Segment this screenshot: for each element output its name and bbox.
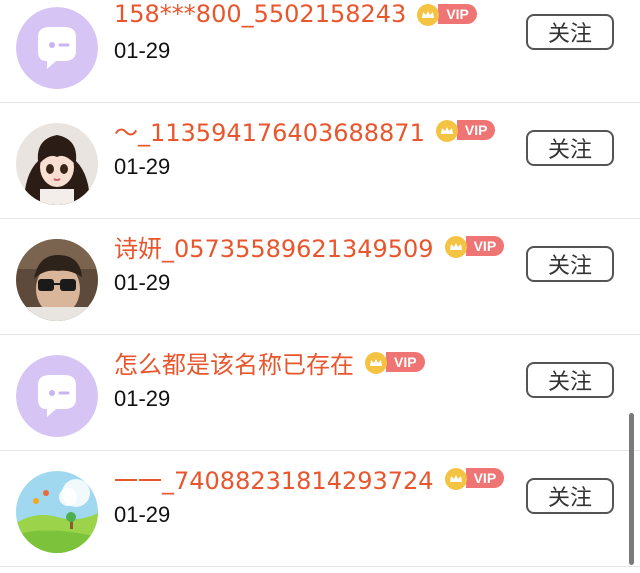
name-line: 158***800_5502158243 VIP [114,0,477,31]
follow-date: 01-29 [114,386,171,411]
vip-badge: VIP [444,235,505,258]
default-avatar-icon [16,355,98,437]
follow-button[interactable]: 关注 [526,130,614,166]
vip-badge: VIP [364,351,425,374]
default-avatar-icon [16,7,98,89]
avatar[interactable] [16,123,98,205]
follow-date: 01-29 [114,270,171,295]
user-name[interactable]: 怎么都是该名称已存在 [114,345,354,380]
list-item[interactable]: 一一_74088231814293724 VIP 01-29 关注 [0,451,640,567]
avatar[interactable] [16,471,98,553]
follow-date: 01-29 [114,154,171,179]
avatar[interactable] [16,355,98,437]
user-name[interactable]: 一一_74088231814293724 [114,461,434,496]
follow-date: 01-29 [114,502,171,527]
name-line: 一一_74088231814293724 VIP [114,461,505,496]
avatar[interactable] [16,239,98,321]
user-name[interactable]: 诗妍_05735589621349509 [114,229,434,264]
name-line: 怎么都是该名称已存在 VIP [114,345,425,379]
crown-icon [435,120,458,142]
name-line: 诗妍_05735589621349509 VIP [114,229,505,264]
vip-label: VIP [465,236,505,256]
list-item[interactable]: ～_113594176403688871 VIP 01-29 关注 [0,103,640,219]
crown-icon [417,4,440,26]
scrollbar[interactable] [629,413,634,565]
landscape-cartoon-photo [16,471,98,553]
girl-cartoon-photo [16,123,98,205]
follow-date: 01-29 [114,38,171,63]
follower-list: 158***800_5502158243 VIP 01-29 关注 ～_1135… [0,0,640,573]
list-item[interactable]: 诗妍_05735589621349509 VIP 01-29 关注 [0,219,640,335]
crown-icon [444,236,467,258]
user-name[interactable]: ～_113594176403688871 [114,113,425,148]
vip-label: VIP [456,120,496,140]
child-glasses-photo [16,239,98,321]
vip-badge: VIP [416,3,477,26]
crown-icon [444,468,467,490]
follow-button[interactable]: 关注 [526,362,614,398]
follow-button[interactable]: 关注 [526,246,614,282]
vip-badge: VIP [435,119,496,142]
follow-button[interactable]: 关注 [526,14,614,50]
vip-label: VIP [465,468,505,488]
vip-label: VIP [386,352,425,372]
list-item[interactable]: 怎么都是该名称已存在 VIP 01-29 关注 [0,335,640,451]
avatar[interactable] [16,7,98,89]
follow-button[interactable]: 关注 [526,478,614,514]
list-item[interactable]: 158***800_5502158243 VIP 01-29 关注 [0,0,640,103]
crown-icon [365,352,387,374]
vip-badge: VIP [444,467,505,490]
vip-label: VIP [438,4,477,24]
user-name[interactable]: 158***800_5502158243 [114,0,406,28]
name-line: ～_113594176403688871 VIP [114,113,496,148]
